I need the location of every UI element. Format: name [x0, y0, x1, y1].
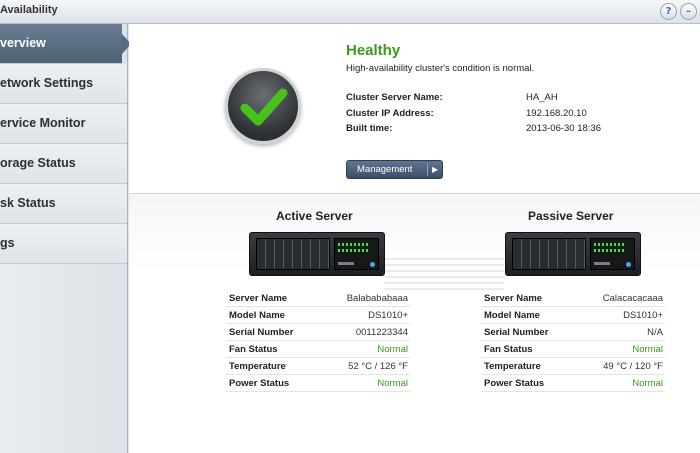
row-label: Server Name — [229, 293, 288, 304]
cluster-server-name-value: HA_AH — [526, 92, 558, 103]
cluster-ip-value: 192.168.20.10 — [526, 108, 587, 119]
sidebar-item-disk-status[interactable]: sk Status — [0, 184, 127, 224]
row-label: Fan Status — [229, 344, 278, 355]
active-server-icon — [249, 232, 385, 276]
row-label: Temperature — [484, 361, 541, 372]
row-value: Balabababaaa — [346, 293, 408, 304]
table-row: Power Status Normal — [481, 375, 665, 392]
passive-server-icon — [505, 232, 641, 276]
row-label: Power Status — [484, 378, 545, 389]
table-row: Serial Number N/A — [481, 324, 665, 341]
server-link — [384, 254, 504, 292]
sidebar-item-network-settings[interactable]: etwork Settings — [0, 64, 127, 104]
table-row: Power Status Normal — [226, 375, 410, 392]
cluster-server-name-label: Cluster Server Name: — [346, 92, 443, 103]
row-value: N/A — [647, 327, 663, 338]
row-label: Serial Number — [484, 327, 549, 338]
management-button[interactable]: Management ▶ — [346, 160, 443, 179]
row-value: Calacacacaaa — [602, 293, 663, 304]
built-time-label: Built time: — [346, 123, 393, 134]
row-label: Temperature — [229, 361, 286, 372]
health-status-title: Healthy — [346, 42, 401, 59]
row-label: Server Name — [484, 293, 543, 304]
window-title: Availability — [0, 4, 58, 16]
minimize-icon[interactable]: – — [680, 3, 697, 20]
row-label: Model Name — [484, 310, 540, 321]
table-row: Temperature 52 °C / 126 °F — [226, 358, 410, 375]
sidebar-item-logs[interactable]: gs — [0, 224, 127, 264]
passive-server-table: Server Name Calacacacaaa Model Name DS1010… — [481, 290, 665, 392]
row-value: 52 °C / 126 °F — [348, 361, 408, 372]
table-row: Model Name DS1010+ — [481, 307, 665, 324]
button-separator — [427, 163, 428, 176]
cluster-ip-label: Cluster IP Address: — [346, 108, 434, 119]
sidebar-item-label: orage Status — [0, 156, 76, 170]
sidebar-item-label: etwork Settings — [0, 76, 94, 90]
chevron-right-icon: ▶ — [432, 165, 439, 174]
active-server-title: Active Server — [276, 209, 353, 223]
table-row: Server Name Calacacacaaa — [481, 290, 665, 307]
row-value: 49 °C / 120 °F — [603, 361, 663, 372]
row-value: Normal — [377, 344, 408, 355]
row-value: 0011223344 — [355, 327, 408, 338]
sidebar-item-service-monitor[interactable]: ervice Monitor — [0, 104, 127, 144]
row-value: DS1010+ — [368, 310, 408, 321]
sidebar-item-label: gs — [0, 236, 15, 250]
health-panel: Healthy High-availability cluster's cond… — [129, 24, 700, 194]
table-row: Fan Status Normal — [226, 341, 410, 358]
sidebar-item-overview[interactable]: verview — [0, 24, 131, 64]
row-value: Normal — [632, 344, 663, 355]
active-server-table: Server Name Balabababaaa Model Name DS1010… — [226, 290, 410, 392]
sidebar-item-label: sk Status — [0, 196, 56, 210]
title-bar: Availability ? – — [0, 0, 700, 24]
main-content: Healthy High-availability cluster's cond… — [129, 24, 700, 453]
row-label: Power Status — [229, 378, 290, 389]
table-row: Temperature 49 °C / 120 °F — [481, 358, 665, 375]
healthy-check-icon — [225, 68, 301, 144]
row-value: Normal — [377, 378, 408, 389]
table-row: Serial Number 0011223344 — [226, 324, 410, 341]
health-status-description: High-availability cluster's condition is… — [346, 63, 535, 74]
help-icon[interactable]: ? — [660, 3, 677, 20]
table-row: Fan Status Normal — [481, 341, 665, 358]
passive-server-title: Passive Server — [528, 209, 614, 223]
sidebar: verview etwork Settings ervice Monitor o… — [0, 24, 131, 453]
built-time-value: 2013-06-30 18:36 — [526, 123, 602, 134]
row-value: DS1010+ — [623, 310, 663, 321]
management-button-label: Management — [357, 164, 413, 175]
table-row: Server Name Balabababaaa — [226, 290, 410, 307]
servers-panel: Active Server Passive Server Server Name… — [129, 194, 700, 453]
sidebar-item-storage-status[interactable]: orage Status — [0, 144, 127, 184]
table-row: Model Name DS1010+ — [226, 307, 410, 324]
row-label: Serial Number — [229, 327, 294, 338]
row-label: Fan Status — [484, 344, 533, 355]
row-value: Normal — [632, 378, 663, 389]
sidebar-item-label: verview — [0, 36, 46, 50]
row-label: Model Name — [229, 310, 285, 321]
sidebar-item-label: ervice Monitor — [0, 116, 86, 130]
